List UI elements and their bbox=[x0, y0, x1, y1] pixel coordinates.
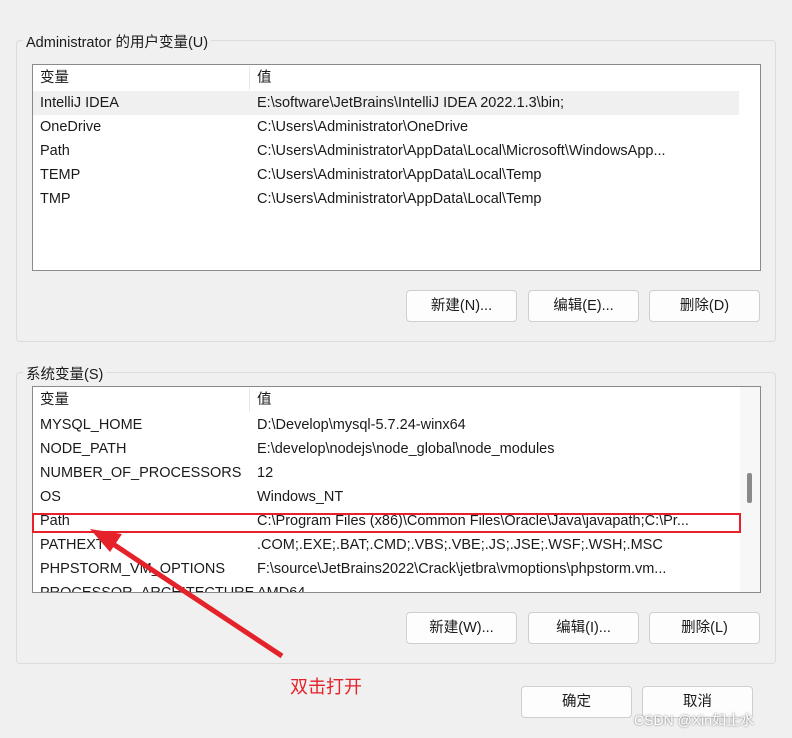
annotation-text: 双击打开 bbox=[290, 677, 362, 697]
annotation-arrow bbox=[90, 529, 284, 659]
watermark: CSDN @Xin如止水 bbox=[634, 712, 755, 728]
